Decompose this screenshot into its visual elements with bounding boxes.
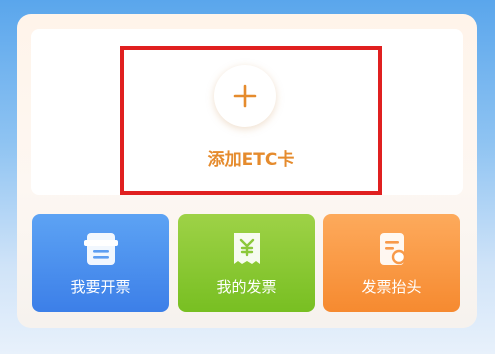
invoice-title-label: 发票抬头: [361, 278, 422, 296]
my-invoices-label: 我的发票: [216, 278, 277, 296]
yuan-receipt-icon: [233, 233, 260, 264]
request-invoice-label: 我要开票: [70, 278, 131, 296]
my-invoices-button[interactable]: 我的发票: [178, 214, 315, 312]
invoice-title-icon: [379, 233, 406, 265]
request-invoice-button[interactable]: 我要开票: [32, 214, 169, 312]
invoice-title-button[interactable]: 发票抬头: [323, 214, 460, 312]
invoice-icon: [83, 233, 118, 265]
highlight-frame: [120, 46, 382, 195]
